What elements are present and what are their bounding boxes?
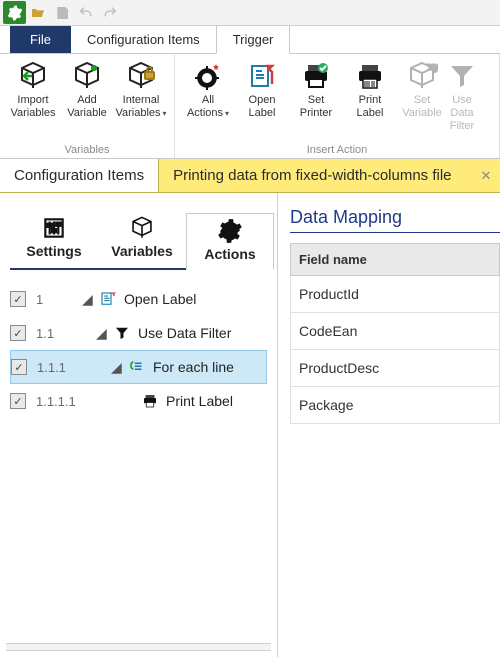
- left-tab-settings-label: Settings: [26, 243, 81, 259]
- doc-tab-configuration-items[interactable]: Configuration Items: [0, 159, 159, 192]
- close-tab-icon[interactable]: ✕: [472, 168, 500, 184]
- tree-label: Print Label: [166, 393, 233, 409]
- print-label-button[interactable]: Print Label: [343, 58, 397, 142]
- main-area: Settings Variables Actions 1 ◢ Open Labe…: [0, 193, 500, 657]
- set-printer-icon: [300, 60, 332, 92]
- tree-row[interactable]: 1 ◢ Open Label: [10, 282, 267, 316]
- import-variables-button[interactable]: Import Variables: [6, 58, 60, 142]
- set-variable-button[interactable]: xy Set Variable: [397, 58, 447, 142]
- left-pane: Settings Variables Actions 1 ◢ Open Labe…: [0, 193, 278, 657]
- open-icon[interactable]: [26, 2, 50, 24]
- undo-icon[interactable]: [74, 2, 98, 24]
- doc-tab-printing-data[interactable]: Printing data from fixed-width-columns f…: [159, 159, 472, 192]
- open-label-label: Open Label: [249, 94, 276, 120]
- left-tabs: Settings Variables Actions: [10, 211, 267, 270]
- tree-row[interactable]: 1.1 ◢ Use Data Filter: [10, 316, 267, 350]
- left-tab-actions-label: Actions: [204, 246, 255, 262]
- expander-icon[interactable]: ◢: [82, 291, 94, 308]
- open-label-button[interactable]: Open Label: [235, 58, 289, 142]
- use-data-filter-button[interactable]: Use Data Filter: [447, 58, 477, 142]
- right-pane: Data Mapping Field name ProductId CodeEa…: [278, 193, 500, 657]
- ribbon-group-variables: Import Variables Add Variable Internal V…: [0, 54, 175, 158]
- open-label-icon: [246, 60, 278, 92]
- filter-icon: [112, 324, 132, 342]
- set-variable-icon: xy: [406, 60, 438, 92]
- internal-variables-button[interactable]: Internal Variables▾: [114, 58, 168, 142]
- checkbox-icon[interactable]: [10, 393, 26, 409]
- checkbox-icon[interactable]: [10, 325, 26, 341]
- cube-lock-icon: [125, 60, 157, 92]
- app-menu-button[interactable]: [3, 1, 26, 24]
- set-printer-label: Set Printer: [300, 94, 332, 120]
- add-variable-button[interactable]: Add Variable: [60, 58, 114, 142]
- tree-num: 1.1.1: [37, 360, 79, 375]
- horizontal-splitter[interactable]: [6, 643, 271, 651]
- tree-label: For each line: [153, 359, 234, 375]
- save-icon[interactable]: [50, 2, 74, 24]
- open-label-icon: [98, 290, 118, 308]
- print-label-icon: [140, 392, 160, 410]
- cube-import-icon: [17, 60, 49, 92]
- checkbox-icon[interactable]: [10, 291, 26, 307]
- actions-tree: 1 ◢ Open Label 1.1 ◢ Use Data Filter 1.1: [6, 280, 271, 420]
- all-actions-label: All Actions▾: [187, 94, 229, 120]
- tree-row[interactable]: 1.1.1.1 ◢ Print Label: [10, 384, 267, 418]
- sliders-icon: [41, 215, 67, 241]
- svg-text:xy: xy: [428, 62, 438, 73]
- field-name-header[interactable]: Field name: [290, 243, 500, 276]
- left-tab-settings[interactable]: Settings: [10, 211, 98, 268]
- left-tab-variables-label: Variables: [111, 243, 173, 259]
- tab-trigger[interactable]: Trigger: [216, 25, 291, 54]
- expander-icon[interactable]: ◢: [111, 359, 123, 376]
- left-tab-actions[interactable]: Actions: [186, 213, 274, 270]
- tree-num: 1.1.1.1: [36, 394, 78, 409]
- set-variable-label: Set Variable: [402, 94, 442, 120]
- ribbon-group-insert-action: All Actions▾ Open Label Set Printer Prin…: [175, 54, 500, 158]
- tree-num: 1: [36, 292, 78, 307]
- tab-configuration-items[interactable]: Configuration Items: [71, 26, 216, 53]
- table-row[interactable]: CodeEan: [290, 313, 500, 350]
- left-tab-variables[interactable]: Variables: [98, 211, 186, 268]
- internal-variables-label: Internal Variables▾: [115, 94, 166, 120]
- add-variable-label: Add Variable: [67, 94, 107, 120]
- tree-num: 1.1: [36, 326, 78, 341]
- table-row[interactable]: ProductId: [290, 276, 500, 313]
- use-data-filter-label: Use Data Filter: [447, 94, 477, 133]
- gear-icon: [217, 218, 243, 244]
- set-printer-button[interactable]: Set Printer: [289, 58, 343, 142]
- tree-label: Open Label: [124, 291, 196, 307]
- tree-row[interactable]: 1.1.1 ◢ For each line: [10, 350, 267, 384]
- data-mapping-title: Data Mapping: [290, 207, 500, 233]
- foreach-icon: [127, 358, 147, 376]
- ribbon-tabs: File Configuration Items Trigger: [0, 26, 500, 54]
- print-label-label: Print Label: [357, 94, 384, 120]
- tab-file[interactable]: File: [10, 26, 71, 53]
- ribbon: Import Variables Add Variable Internal V…: [0, 54, 500, 159]
- quick-access-toolbar: [0, 0, 500, 26]
- checkbox-icon[interactable]: [11, 359, 27, 375]
- gear-star-icon: [192, 60, 224, 92]
- data-mapping-table: Field name ProductId CodeEan ProductDesc…: [290, 243, 500, 424]
- document-tabs: Configuration Items Printing data from f…: [0, 159, 500, 193]
- ribbon-group-variables-label: Variables: [6, 142, 168, 156]
- ribbon-group-insert-action-label: Insert Action: [181, 142, 493, 156]
- expander-icon[interactable]: ◢: [96, 325, 108, 342]
- cube-icon: [129, 215, 155, 241]
- redo-icon[interactable]: [98, 2, 122, 24]
- import-variables-label: Import Variables: [10, 94, 55, 120]
- filter-icon: [446, 60, 478, 92]
- table-row[interactable]: ProductDesc: [290, 350, 500, 387]
- tree-label: Use Data Filter: [138, 325, 231, 341]
- all-actions-button[interactable]: All Actions▾: [181, 58, 235, 142]
- cube-plus-icon: [71, 60, 103, 92]
- table-row[interactable]: Package: [290, 387, 500, 424]
- print-label-icon: [354, 60, 386, 92]
